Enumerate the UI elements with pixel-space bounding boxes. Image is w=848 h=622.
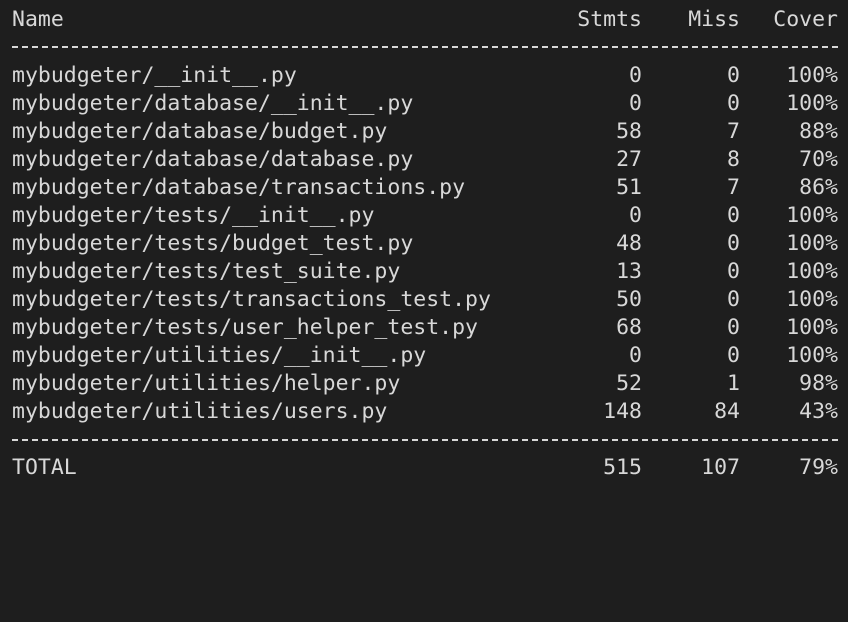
table-row: mybudgeter/tests/test_suite.py 13 0 100% [0, 258, 848, 286]
header-name: Name [12, 7, 64, 32]
table-row: mybudgeter/database/database.py 27 8 70% [0, 146, 848, 174]
header-stmts: Stmts [577, 7, 642, 32]
terminal-output: Name Stmts Miss Cover mybudgeter/__init_… [0, 0, 848, 484]
cell-name: mybudgeter/tests/transactions_test.py [12, 287, 491, 312]
cell-cover: 100% [786, 203, 838, 228]
cell-miss: 0 [727, 343, 740, 368]
cell-stmts: 50 [616, 287, 642, 312]
cell-cover: 100% [786, 287, 838, 312]
total-cover: 79% [799, 455, 838, 480]
cell-name: mybudgeter/utilities/users.py [12, 399, 388, 424]
cell-miss: 0 [727, 91, 740, 116]
cell-stmts: 48 [616, 231, 642, 256]
cell-miss: 0 [727, 315, 740, 340]
cell-stmts: 0 [629, 203, 642, 228]
cell-stmts: 68 [616, 315, 642, 340]
cell-cover: 100% [786, 315, 838, 340]
cell-miss: 0 [727, 203, 740, 228]
cell-cover: 100% [786, 91, 838, 116]
total-stmts: 515 [603, 455, 642, 480]
table-row: mybudgeter/database/__init__.py 0 0 100% [0, 90, 848, 118]
table-row: mybudgeter/database/transactions.py 51 7 86… [0, 174, 848, 202]
table-row: mybudgeter/utilities/users.py 148 84 43% [0, 398, 848, 426]
cell-cover: 100% [786, 343, 838, 368]
cell-name: mybudgeter/tests/test_suite.py [12, 259, 401, 284]
table-row: mybudgeter/tests/__init__.py 0 0 100% [0, 202, 848, 230]
cell-miss: 7 [727, 119, 740, 144]
table-row: mybudgeter/utilities/__init__.py 0 0 100% [0, 342, 848, 370]
separator-top [12, 46, 838, 48]
cell-name: mybudgeter/tests/user_helper_test.py [12, 315, 478, 340]
cell-miss: 8 [727, 147, 740, 172]
cell-cover: 86% [799, 175, 838, 200]
cell-miss: 1 [727, 371, 740, 396]
cell-stmts: 0 [629, 91, 642, 116]
header-row: Name Stmts Miss Cover [0, 6, 848, 34]
cell-stmts: 52 [616, 371, 642, 396]
cell-cover: 100% [786, 231, 838, 256]
cell-cover: 70% [799, 147, 838, 172]
cell-cover: 100% [786, 259, 838, 284]
cell-stmts: 0 [629, 63, 642, 88]
cell-stmts: 27 [616, 147, 642, 172]
table-row: mybudgeter/tests/budget_test.py 48 0 100% [0, 230, 848, 258]
cell-miss: 0 [727, 287, 740, 312]
cell-stmts: 148 [603, 399, 642, 424]
cell-stmts: 0 [629, 343, 642, 368]
cell-stmts: 51 [616, 175, 642, 200]
total-label: TOTAL [12, 455, 77, 480]
cell-name: mybudgeter/utilities/__init__.py [12, 343, 427, 368]
cell-stmts: 58 [616, 119, 642, 144]
separator-bottom [12, 439, 838, 441]
cell-name: mybudgeter/tests/budget_test.py [12, 231, 414, 256]
cell-cover: 43% [799, 399, 838, 424]
cell-cover: 98% [799, 371, 838, 396]
cell-name: mybudgeter/__init__.py [12, 63, 297, 88]
cell-name: mybudgeter/database/database.py [12, 147, 414, 172]
cell-miss: 84 [714, 399, 740, 424]
total-row: TOTAL 515 107 79% [0, 454, 848, 482]
table-row: mybudgeter/tests/transactions_test.py 50 0… [0, 286, 848, 314]
cell-name: mybudgeter/database/__init__.py [12, 91, 414, 116]
header-miss: Miss [688, 7, 740, 32]
cell-miss: 7 [727, 175, 740, 200]
cell-name: mybudgeter/tests/__init__.py [12, 203, 375, 228]
cell-miss: 0 [727, 63, 740, 88]
cell-name: mybudgeter/utilities/helper.py [12, 371, 401, 396]
cell-cover: 100% [786, 63, 838, 88]
header-cover: Cover [773, 7, 838, 32]
table-row: mybudgeter/tests/user_helper_test.py 68 0 1… [0, 314, 848, 342]
cell-name: mybudgeter/database/transactions.py [12, 175, 466, 200]
cell-cover: 88% [799, 119, 838, 144]
cell-stmts: 13 [616, 259, 642, 284]
cell-name: mybudgeter/database/budget.py [12, 119, 388, 144]
total-miss: 107 [701, 455, 740, 480]
cell-miss: 0 [727, 231, 740, 256]
cell-miss: 0 [727, 259, 740, 284]
table-row: mybudgeter/utilities/helper.py 52 1 98% [0, 370, 848, 398]
table-row: mybudgeter/database/budget.py 58 7 88% [0, 118, 848, 146]
table-row: mybudgeter/__init__.py 0 0 100% [0, 62, 848, 90]
